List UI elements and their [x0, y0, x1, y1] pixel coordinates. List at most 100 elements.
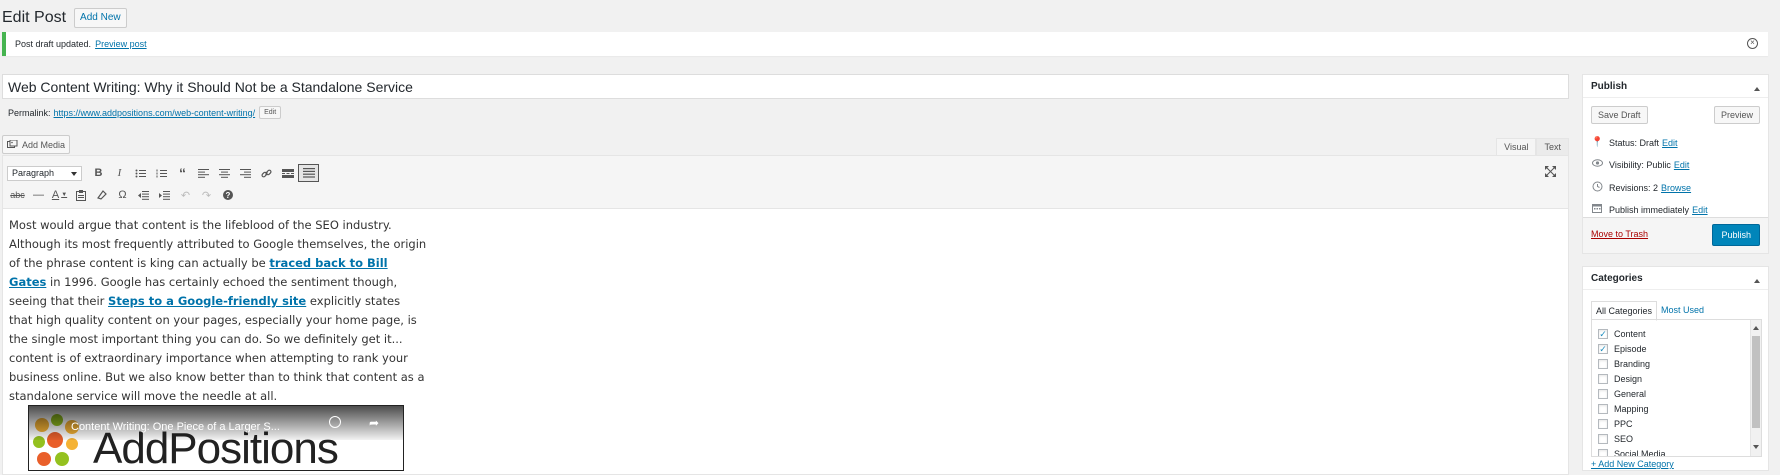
scroll-down-icon[interactable]: [1753, 445, 1759, 452]
share-icon[interactable]: ➦: [369, 416, 379, 430]
calendar-icon: [1591, 203, 1603, 216]
help-icon[interactable]: ?: [217, 186, 238, 204]
editor-tabs: Visual Text: [1496, 138, 1569, 156]
tab-text[interactable]: Text: [1536, 138, 1569, 156]
add-media-button[interactable]: Add Media: [2, 135, 70, 154]
category-item[interactable]: ✓ Episode: [1598, 341, 1761, 356]
fullscreen-icon[interactable]: [1545, 166, 1556, 180]
collapse-caret-icon[interactable]: [1754, 276, 1760, 283]
categories-heading: Categories: [1591, 272, 1643, 284]
strikethrough-icon[interactable]: abc: [7, 186, 28, 204]
indent-icon[interactable]: [154, 186, 175, 204]
align-left-icon[interactable]: [193, 164, 214, 182]
post-title-input[interactable]: [2, 74, 1569, 99]
permalink-url[interactable]: https://www.addpositions.com/web-content…: [54, 108, 256, 118]
permalink: Permalink: https://www.addpositions.com/…: [8, 106, 282, 119]
read-more-icon[interactable]: [277, 164, 298, 182]
add-media-label: Add Media: [22, 139, 66, 150]
video-embed[interactable]: AddPositions Content Writing: One Piece …: [28, 405, 404, 471]
category-item[interactable]: Branding: [1598, 356, 1761, 371]
pin-icon: 📍: [1591, 137, 1604, 148]
tab-most-used[interactable]: Most Used: [1657, 301, 1708, 321]
category-item[interactable]: SEO: [1598, 431, 1761, 446]
category-item[interactable]: General: [1598, 386, 1761, 401]
google-friendly-link[interactable]: Steps to a Google-friendly site: [108, 294, 306, 308]
publish-schedule-edit-link[interactable]: Edit: [1692, 205, 1708, 215]
watch-later-icon[interactable]: [329, 416, 341, 428]
dismiss-icon[interactable]: ×: [1747, 38, 1758, 49]
category-label: Episode: [1614, 343, 1647, 354]
publish-heading: Publish: [1591, 80, 1628, 92]
category-label: Mapping: [1614, 403, 1649, 414]
category-label: PPC: [1614, 418, 1633, 429]
status-row: 📍 Status: Draft Edit: [1591, 137, 1678, 148]
publish-schedule-value: immediately: [1641, 204, 1690, 215]
editor-content[interactable]: Most would argue that content is the lif…: [3, 209, 433, 413]
redo-icon[interactable]: ↷: [196, 186, 217, 204]
format-select[interactable]: Paragraph: [7, 165, 82, 181]
category-checkbox[interactable]: [1598, 373, 1608, 384]
category-item[interactable]: ✓ Content: [1598, 326, 1761, 341]
category-checkbox[interactable]: [1598, 358, 1608, 369]
category-label: Content: [1614, 328, 1646, 339]
svg-text:?: ?: [225, 191, 230, 200]
add-new-button[interactable]: Add New: [74, 8, 127, 28]
tab-all-categories[interactable]: All Categories: [1591, 301, 1658, 321]
preview-button[interactable]: Preview: [1713, 106, 1760, 124]
status-label: Status:: [1609, 137, 1638, 148]
scroll-up-icon[interactable]: [1753, 323, 1759, 330]
italic-icon[interactable]: I: [109, 164, 130, 182]
category-item[interactable]: Social Media: [1598, 446, 1761, 456]
bulleted-list-icon[interactable]: [130, 164, 151, 182]
text-color-icon[interactable]: A ▼: [49, 186, 70, 204]
visibility-edit-link[interactable]: Edit: [1674, 160, 1690, 170]
paste-text-icon[interactable]: [70, 186, 91, 204]
outdent-icon[interactable]: [133, 186, 154, 204]
content-text-3: explicitly states that high quality cont…: [9, 294, 425, 403]
toolbar-toggle-icon[interactable]: [298, 164, 319, 182]
permalink-edit-button[interactable]: Edit: [259, 106, 282, 119]
category-label: Branding: [1614, 358, 1651, 369]
category-item[interactable]: PPC: [1598, 416, 1761, 431]
blockquote-icon[interactable]: “: [172, 164, 193, 182]
collapse-caret-icon[interactable]: [1754, 84, 1760, 91]
align-right-icon[interactable]: [235, 164, 256, 182]
tab-visual[interactable]: Visual: [1496, 138, 1537, 156]
publish-schedule-row: Publish immediately Edit: [1591, 203, 1708, 216]
page-header: Edit Post Add New: [2, 8, 127, 28]
status-edit-link[interactable]: Edit: [1662, 138, 1678, 148]
publish-box-header[interactable]: Publish: [1583, 75, 1768, 98]
category-checklist: ✓ Content ✓ Episode Branding Design General Map…: [1591, 319, 1762, 457]
publish-button[interactable]: Publish: [1712, 224, 1760, 246]
numbered-list-icon[interactable]: [151, 164, 172, 182]
link-icon[interactable]: [256, 164, 277, 182]
category-checkbox[interactable]: [1598, 418, 1608, 429]
align-center-icon[interactable]: [214, 164, 235, 182]
category-list: ✓ Content ✓ Episode Branding Design General Map…: [1592, 320, 1761, 456]
special-character-icon[interactable]: Ω: [112, 186, 133, 204]
toolbar-row-2: abc — A ▼ Ω ↶ ↷ ?: [7, 186, 238, 204]
horizontal-line-icon[interactable]: —: [28, 186, 49, 204]
add-new-category-link[interactable]: + Add New Category: [1591, 459, 1674, 469]
browse-revisions-link[interactable]: Browse: [1661, 183, 1691, 193]
move-to-trash-link[interactable]: Move to Trash: [1591, 229, 1648, 239]
category-item[interactable]: Mapping: [1598, 401, 1761, 416]
category-checkbox[interactable]: [1598, 448, 1608, 456]
categories-box-header[interactable]: Categories: [1583, 267, 1768, 290]
video-title[interactable]: Content Writing: One Piece of a Larger S…: [71, 421, 280, 433]
category-checkbox[interactable]: [1598, 403, 1608, 414]
category-scrollbar[interactable]: [1750, 320, 1761, 456]
scroll-thumb[interactable]: [1752, 336, 1760, 428]
preview-post-link[interactable]: Preview post: [95, 39, 147, 49]
category-checkbox[interactable]: ✓: [1598, 343, 1608, 354]
category-checkbox[interactable]: [1598, 433, 1608, 444]
category-checkbox[interactable]: [1598, 388, 1608, 399]
publish-actions: Move to Trash Publish: [1583, 217, 1768, 253]
bold-icon[interactable]: B: [88, 164, 109, 182]
clear-formatting-icon[interactable]: [91, 186, 112, 204]
save-draft-button[interactable]: Save Draft: [1591, 106, 1648, 124]
undo-icon[interactable]: ↶: [175, 186, 196, 204]
category-checkbox[interactable]: ✓: [1598, 328, 1608, 339]
editor-toolbar: Paragraph B I “ abc — A ▼ Ω ↶ ↷ ?: [3, 156, 1568, 209]
category-item[interactable]: Design: [1598, 371, 1761, 386]
